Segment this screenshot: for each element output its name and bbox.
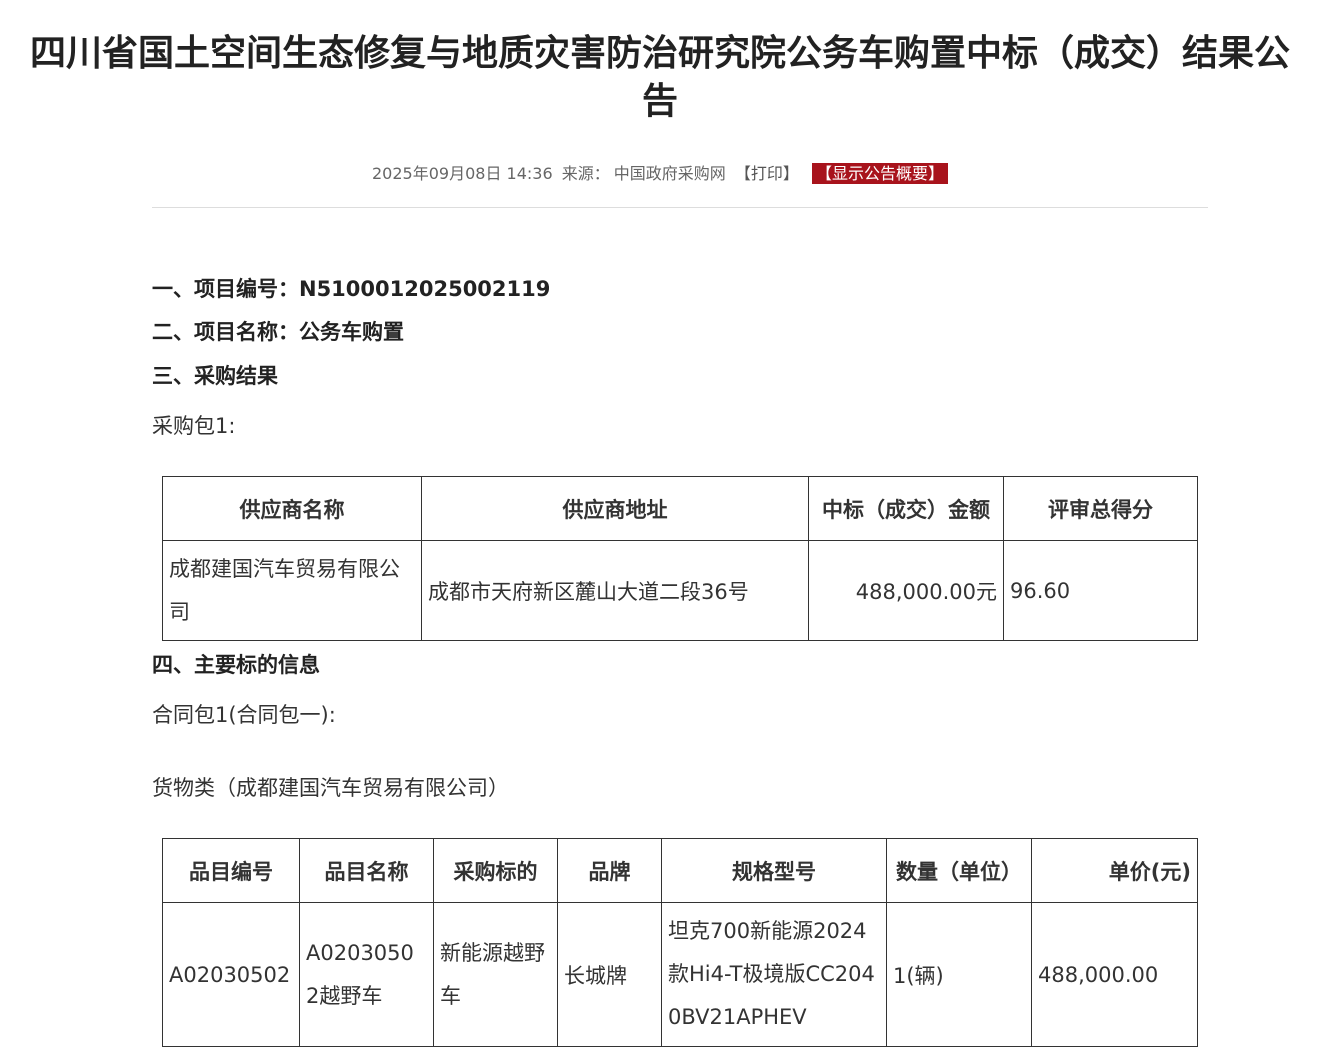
- review-score: 96.60: [1003, 540, 1198, 641]
- model-spec: 坦克700新能源2024款Hi4-T极境版CC2040BV21APHEV: [661, 902, 887, 1047]
- package-label: 采购包1:: [152, 414, 236, 438]
- procurement-subject: 新能源越野车: [433, 902, 558, 1047]
- main-info-heading: 四、主要标的信息: [152, 653, 320, 677]
- supplier-name: 成都建国汽车贸易有限公司: [162, 540, 422, 641]
- header-item-code: 品目编号: [162, 838, 300, 903]
- brand: 长城牌: [557, 902, 662, 1047]
- header-unit-price: 单价(元): [1031, 838, 1198, 903]
- header-supplier-name: 供应商名称: [162, 476, 422, 541]
- header-subject: 采购标的: [433, 838, 558, 903]
- source-link[interactable]: 中国政府采购网: [614, 164, 726, 183]
- table-row: A02030502 A02030502越野车 新能源越野车 长城牌 坦克700新…: [162, 902, 1198, 1047]
- show-summary-button[interactable]: 【显示公告概要】: [811, 163, 948, 184]
- contract-package-label: 合同包1(合同包一):: [152, 703, 336, 727]
- table-header-row: 供应商名称 供应商地址 中标（成交）金额 评审总得分: [162, 476, 1198, 541]
- bid-amount: 488,000.00元: [808, 540, 1004, 641]
- header-brand: 品牌: [557, 838, 662, 903]
- table-row: 成都建国汽车贸易有限公司 成都市天府新区麓山大道二段36号 488,000.00…: [162, 540, 1198, 641]
- header-item-name: 品目名称: [299, 838, 434, 903]
- header-quantity: 数量（单位）: [886, 838, 1032, 903]
- project-name: 二、项目名称：公务车购置: [152, 320, 404, 344]
- goods-type-label: 货物类（成都建国汽车贸易有限公司）: [152, 776, 509, 800]
- project-number: 一、项目编号：N5100012025002119: [152, 277, 551, 301]
- header-divider: [152, 207, 1208, 208]
- header-model: 规格型号: [661, 838, 887, 903]
- header-amount: 中标（成交）金额: [808, 476, 1004, 541]
- header-score: 评审总得分: [1003, 476, 1198, 541]
- publish-date: 2025年09月08日 14:36: [372, 164, 553, 183]
- source-label: 来源：: [561, 164, 610, 183]
- supplier-address: 成都市天府新区麓山大道二段36号: [421, 540, 809, 641]
- article-meta: 2025年09月08日 14:36 来源： 中国政府采购网 【打印】 【显示公告概…: [0, 162, 1320, 186]
- quantity: 1(辆): [886, 902, 1032, 1047]
- item-code: A02030502: [162, 902, 300, 1047]
- print-button[interactable]: 【打印】: [735, 164, 799, 183]
- procurement-result-heading: 三、采购结果: [152, 364, 278, 388]
- unit-price: 488,000.00: [1031, 902, 1198, 1047]
- page-title: 四川省国土空间生态修复与地质灾害防治研究院公务车购置中标（成交）结果公告: [29, 33, 1290, 122]
- goods-table: 品目编号 品目名称 采购标的 品牌 规格型号 数量（单位） 单价(元) A020…: [162, 838, 1198, 1047]
- header-supplier-address: 供应商地址: [421, 476, 809, 541]
- item-name: A02030502越野车: [299, 902, 434, 1047]
- result-table: 供应商名称 供应商地址 中标（成交）金额 评审总得分 成都建国汽车贸易有限公司 …: [162, 476, 1198, 641]
- table-header-row: 品目编号 品目名称 采购标的 品牌 规格型号 数量（单位） 单价(元): [162, 838, 1198, 903]
